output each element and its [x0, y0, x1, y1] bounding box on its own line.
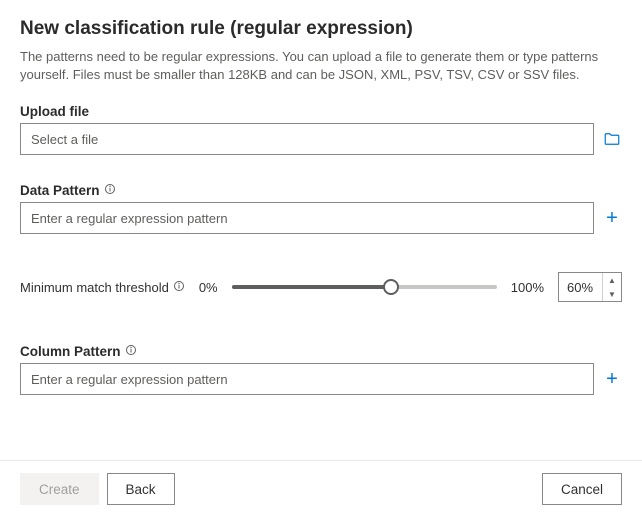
threshold-slider[interactable]: [232, 285, 497, 289]
threshold-value: 60%: [559, 273, 603, 301]
column-pattern-label: Column Pattern: [20, 344, 622, 359]
page-title: New classification rule (regular express…: [20, 18, 622, 40]
threshold-min: 0%: [199, 280, 218, 295]
help-text: The patterns need to be regular expressi…: [20, 48, 600, 84]
cancel-button[interactable]: Cancel: [542, 473, 622, 505]
add-data-pattern-button[interactable]: +: [602, 208, 622, 228]
create-button: Create: [20, 473, 99, 505]
slider-thumb-icon[interactable]: [383, 279, 399, 295]
data-pattern-label: Data Pattern: [20, 183, 622, 198]
upload-file-input[interactable]: Select a file: [20, 123, 594, 155]
stepper-down-icon[interactable]: ▼: [603, 287, 621, 301]
plus-icon: +: [606, 369, 618, 389]
column-pattern-input[interactable]: Enter a regular expression pattern: [20, 363, 594, 395]
threshold-label: Minimum match threshold: [20, 280, 185, 295]
back-button[interactable]: Back: [107, 473, 175, 505]
info-icon: [125, 344, 137, 359]
threshold-max: 100%: [511, 280, 544, 295]
stepper-up-icon[interactable]: ▲: [603, 273, 621, 287]
info-icon: [173, 280, 185, 295]
data-pattern-input[interactable]: Enter a regular expression pattern: [20, 202, 594, 234]
info-icon: [104, 183, 116, 198]
plus-icon: +: [606, 208, 618, 228]
add-column-pattern-button[interactable]: +: [602, 369, 622, 389]
upload-file-label: Upload file: [20, 104, 622, 119]
footer: Create Back Cancel: [0, 460, 642, 517]
browse-folder-icon[interactable]: [602, 129, 622, 149]
threshold-value-stepper[interactable]: 60% ▲ ▼: [558, 272, 622, 302]
